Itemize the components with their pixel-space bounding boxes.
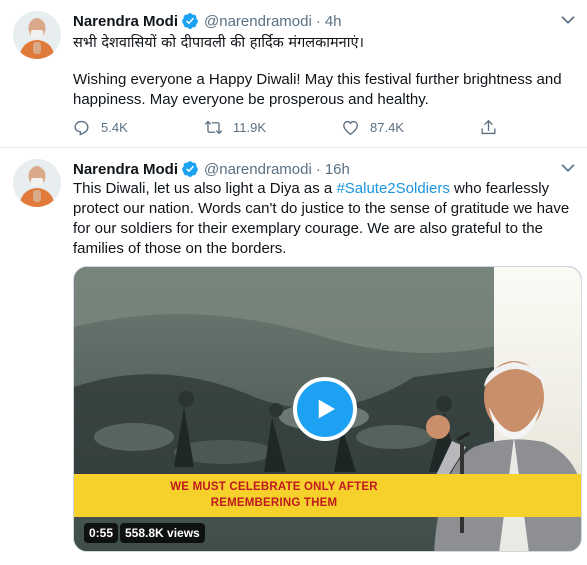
more-options-icon[interactable] [557, 9, 579, 31]
video-caption: WE MUST CELEBRATE ONLY AFTER REMEMBERING… [170, 481, 378, 509]
avatar[interactable] [13, 11, 61, 59]
author-handle[interactable]: @narendramodi [204, 13, 312, 30]
retweet-button[interactable]: 11.9K [204, 118, 266, 137]
video-player[interactable]: WE MUST CELEBRATE ONLY AFTER REMEMBERING… [73, 266, 582, 552]
author-name[interactable]: Narendra Modi [73, 161, 178, 178]
avatar-image [13, 11, 61, 59]
tweet-text-start: This Diwali, let us also light a Diya as… [73, 180, 337, 197]
tweet-timestamp[interactable]: 4h [325, 13, 342, 30]
tweet-text: Wishing everyone a Happy Diwali! May thi… [73, 71, 562, 108]
tweet-text-hindi: सभी देशवासियों को दीपावली की हार्दिक मंग… [73, 35, 364, 51]
verified-badge-icon [182, 13, 198, 29]
play-button[interactable] [293, 377, 357, 441]
more-options-icon[interactable] [557, 157, 579, 179]
reply-button[interactable]: 5.4K [72, 118, 128, 137]
verified-badge-icon [182, 161, 198, 177]
hashtag-link[interactable]: #Salute2Soldiers [336, 180, 449, 197]
play-icon [318, 399, 335, 419]
author-handle[interactable]: @narendramodi [204, 161, 312, 178]
retweet-icon [204, 120, 223, 135]
tweet-header: Narendra Modi @narendramodi · 4h [73, 11, 342, 31]
like-count: 87.4K [370, 120, 404, 135]
tweet-actions: 5.4K 11.9K 87.4K [72, 118, 512, 140]
avatar[interactable] [13, 159, 61, 207]
like-button[interactable]: 87.4K [341, 118, 404, 137]
avatar-image [13, 159, 61, 207]
separator-dot: · [315, 12, 321, 30]
tweet-header: Narendra Modi @narendramodi · 16h [73, 159, 350, 179]
tweet-text: This Diwali, let us also light a Diya as… [73, 179, 573, 259]
like-icon [343, 120, 358, 135]
author-name[interactable]: Narendra Modi [73, 13, 178, 30]
reply-count: 5.4K [101, 120, 128, 135]
video-duration: 0:55 [84, 523, 119, 543]
reply-icon [74, 120, 89, 136]
share-button[interactable] [479, 118, 508, 137]
share-icon [481, 120, 496, 135]
retweet-count: 11.9K [233, 120, 267, 135]
video-views: 558.8K views [120, 523, 205, 543]
tweet-timestamp[interactable]: 16h [325, 161, 350, 178]
tweet[interactable]: Narendra Modi @narendramodi · 4h सभी देश… [0, 0, 587, 148]
tweet[interactable]: Narendra Modi @narendramodi · 16h This D… [0, 148, 587, 565]
separator-dot: · [315, 160, 321, 178]
